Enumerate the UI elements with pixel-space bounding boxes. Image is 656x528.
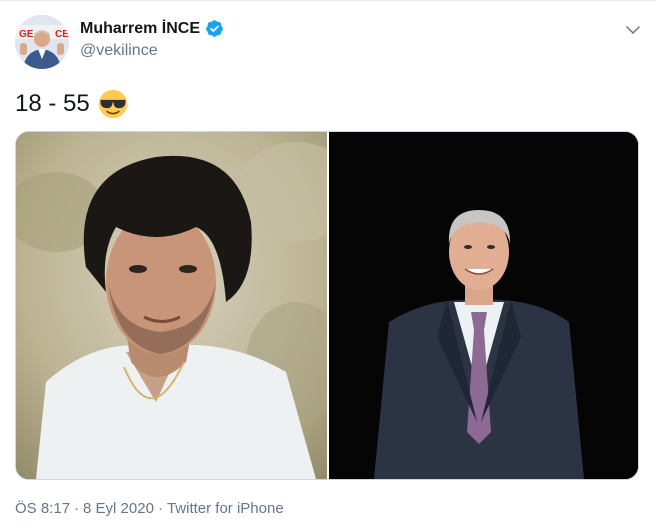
handle[interactable]: @vekilince — [80, 42, 224, 60]
verified-badge-icon — [206, 20, 223, 37]
display-name[interactable]: Muharrem İNCE — [80, 20, 200, 38]
young-portrait-image — [16, 132, 356, 479]
tweet-meta: ÖS 8:17 · 8 Eyl 2020 · Twitter for iPhon… — [15, 500, 284, 517]
avatar-image: GE CE — [15, 15, 69, 69]
tweet-date[interactable]: 8 Eyl 2020 — [83, 500, 154, 517]
current-portrait-photo[interactable] — [329, 132, 638, 479]
svg-text:CE: CE — [55, 29, 69, 40]
meta-separator: · — [74, 500, 80, 517]
media-grid — [15, 131, 639, 480]
tweet-source[interactable]: Twitter for iPhone — [167, 500, 284, 517]
tweet-time[interactable]: ÖS 8:17 — [15, 500, 70, 517]
author-block: Muharrem İNCE @vekilince — [80, 19, 224, 60]
meta-separator: · — [157, 500, 163, 517]
chevron-down-icon[interactable] — [624, 21, 642, 39]
tweet-text: 18 - 55 — [15, 89, 128, 119]
smiling-face-with-sunglasses-icon — [98, 89, 127, 119]
current-portrait-image — [329, 132, 638, 479]
svg-text:GE: GE — [19, 29, 34, 40]
young-portrait-photo[interactable] — [16, 132, 356, 479]
tweet-text-content: 18 - 55 — [15, 90, 90, 117]
tweet-card: GE CE Muharrem İNCE @vekilince 18 - 55 Ö… — [0, 0, 656, 528]
avatar[interactable]: GE CE — [15, 15, 69, 69]
